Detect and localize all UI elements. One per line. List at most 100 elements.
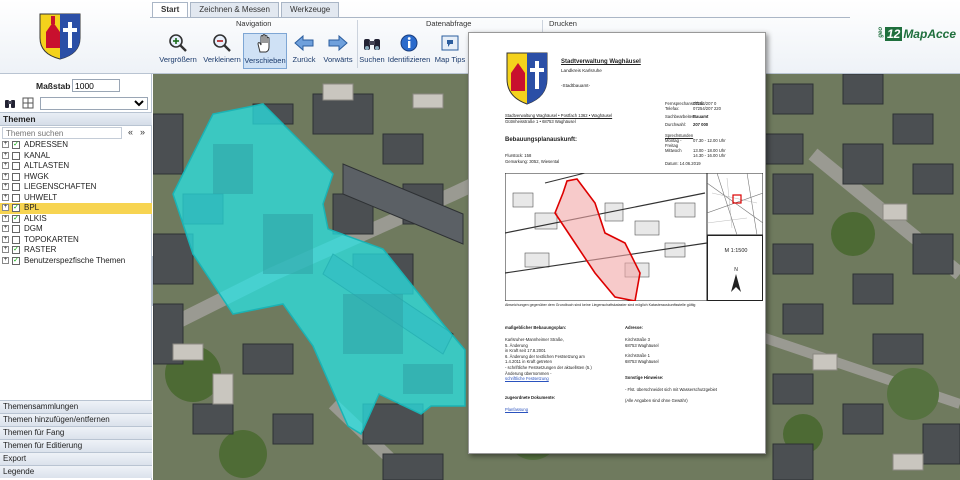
doc-docs-title: zugeordnete Dokumente: xyxy=(505,395,556,400)
theme-label: LIEGENSCHAFTEN xyxy=(24,182,97,191)
theme-checkbox[interactable]: ✓ xyxy=(12,204,20,212)
expand-icon[interactable]: + xyxy=(2,193,9,201)
scale-north-box: M 1:1500 N xyxy=(707,235,763,301)
planfassung-link[interactable]: Planfassung xyxy=(505,407,528,412)
arrow-right-icon xyxy=(328,34,348,52)
theme-label: KANAL xyxy=(24,150,51,160)
theme-checkbox[interactable]: ✓ xyxy=(12,256,20,265)
zoom-in-button[interactable]: Vergrößern xyxy=(156,33,200,69)
map-tips-label: Map Tips xyxy=(434,55,466,64)
theme-label: ALTLASTEN xyxy=(24,161,70,170)
expand-icon[interactable]: + xyxy=(2,225,9,232)
scale-input[interactable] xyxy=(72,79,120,92)
theme-checkbox[interactable] xyxy=(12,151,20,160)
tab-werkzeuge[interactable]: Werkzeuge xyxy=(280,2,340,17)
doc-gemarkung: Gemarkung: 3052, Wiesental xyxy=(505,159,560,164)
doc-contact: Fernsprechanschluß: 07254/207 0 Telefax: 0… xyxy=(665,101,726,166)
grid-icon[interactable] xyxy=(22,97,34,109)
identify-button[interactable]: Identifizieren xyxy=(387,33,431,69)
binoculars-icon[interactable] xyxy=(4,97,16,109)
zoom-in-label: Vergrößern xyxy=(159,55,197,64)
collapse-all-icon[interactable]: » xyxy=(140,127,145,137)
theme-checkbox[interactable] xyxy=(12,193,20,202)
accordion-export[interactable]: Export xyxy=(0,452,152,465)
plan-link[interactable]: schriftliche Festsetzung xyxy=(505,376,623,382)
theme-checkbox[interactable] xyxy=(12,183,20,191)
doc-heading: Bebauungsplanauskunft: xyxy=(505,137,578,143)
tab-zeichnen-messen[interactable]: Zeichnen & Messen xyxy=(190,2,279,17)
doc-plan-lines: Karlsruher-Mannheimer Straße, 5. Änderun… xyxy=(505,337,623,382)
identify-label: Identifizieren xyxy=(387,55,431,64)
theme-label: RASTER xyxy=(24,245,57,254)
brand-name: MapAcce xyxy=(903,27,956,41)
expand-icon[interactable]: + xyxy=(2,162,9,169)
expand-icon[interactable]: + xyxy=(2,214,9,222)
theme-item[interactable]: + UHWELT xyxy=(0,193,152,204)
theme-item[interactable]: + ALTLASTEN xyxy=(0,161,152,172)
zoom-out-button[interactable]: Verkleinern xyxy=(200,33,244,69)
accordion-themen-fang[interactable]: Themen für Fang xyxy=(0,426,152,439)
expand-icon[interactable]: + xyxy=(2,172,9,180)
expand-icon[interactable]: + xyxy=(2,183,9,190)
expand-icon[interactable]: + xyxy=(2,151,9,159)
doc-notes-title: Sonstige Hinweise: xyxy=(625,375,664,380)
theme-checkbox[interactable]: ✓ xyxy=(12,141,20,149)
scale-row: Maßstab 1: xyxy=(0,78,152,94)
theme-item[interactable]: + DGM xyxy=(0,224,152,235)
themes-search-input[interactable] xyxy=(2,127,122,139)
hand-icon xyxy=(257,34,270,53)
pan-button[interactable]: Verschieben xyxy=(243,33,287,69)
map-tips-button[interactable]: Map Tips xyxy=(428,33,472,69)
brand-logo: geo 12 MapAcce xyxy=(878,27,956,41)
plan-map-excerpt xyxy=(505,173,707,301)
doc-addresses: Kirchstraße 3 68753 Waghäusel Kirchstraß… xyxy=(625,337,659,364)
theme-item[interactable]: + KANAL xyxy=(0,151,152,162)
north-arrow-icon xyxy=(731,274,741,292)
doc-plan-title: maßgeblicher Bebauungsplan: xyxy=(505,325,567,330)
theme-label: ADRESSEN xyxy=(24,140,69,149)
theme-checkbox[interactable]: ✓ xyxy=(12,246,20,254)
theme-checkbox[interactable]: ✓ xyxy=(12,214,20,223)
theme-checkbox[interactable] xyxy=(12,172,20,181)
expand-icon[interactable]: + xyxy=(2,204,9,211)
accordion-themen-editierung[interactable]: Themen für Editierung xyxy=(0,439,152,452)
theme-item[interactable]: + TOPOKARTEN xyxy=(0,235,152,246)
expand-all-icon[interactable]: « xyxy=(128,127,133,137)
tab-start[interactable]: Start xyxy=(152,2,189,17)
theme-item[interactable]: + ✓ ADRESSEN xyxy=(0,140,152,151)
expand-icon[interactable]: + xyxy=(2,235,9,243)
expand-icon[interactable]: + xyxy=(2,256,9,264)
group-label-drucken: Drucken xyxy=(549,19,577,28)
theme-checkbox[interactable] xyxy=(12,162,20,170)
theme-item[interactable]: + LIEGENSCHAFTEN xyxy=(0,182,152,193)
theme-item[interactable]: + ✓ ALKIS xyxy=(0,214,152,225)
layer-select[interactable] xyxy=(40,97,148,110)
theme-label: TOPOKARTEN xyxy=(24,234,79,244)
brand-number: 12 xyxy=(884,27,903,41)
accordion-themen-hinzufuegen[interactable]: Themen hinzufügen/entfernen xyxy=(0,413,152,426)
accordion-legende[interactable]: Legende xyxy=(0,465,152,478)
arrow-left-icon xyxy=(294,34,314,52)
theme-item[interactable]: + ✓ Benutzerspezfische Themen xyxy=(0,256,152,267)
theme-checkbox[interactable] xyxy=(12,225,20,233)
theme-item[interactable]: + HWGK xyxy=(0,172,152,183)
info-icon xyxy=(400,34,418,52)
pan-label: Verschieben xyxy=(244,56,286,65)
doc-district: Landkreis Karlsruhe xyxy=(561,68,602,73)
theme-checkbox[interactable] xyxy=(12,235,20,244)
zoom-in-icon xyxy=(169,34,187,52)
brand-geo: geo xyxy=(877,27,884,38)
zoom-out-icon xyxy=(213,34,231,52)
binoculars-icon xyxy=(364,39,380,50)
doc-sender: Stadtverwaltung Waghäusel • Postfach 136… xyxy=(505,113,613,118)
doc-caption: Abweichungen gegenüber dem Grundbuch sin… xyxy=(505,303,696,307)
accordion-themensammlungen[interactable]: Themensammlungen xyxy=(0,400,152,413)
expand-icon[interactable]: + xyxy=(2,246,9,253)
layer-tool-row xyxy=(0,96,152,112)
theme-item[interactable]: + ✓ BPL xyxy=(0,203,152,214)
doc-recipient: Gütmheisstraße 1 • 68753 Waghäusel xyxy=(505,119,576,124)
expand-icon[interactable]: + xyxy=(2,141,9,148)
theme-label: HWGK xyxy=(24,171,49,181)
theme-item[interactable]: + ✓ RASTER xyxy=(0,245,152,256)
doc-notes: - Flst. überschneidet sich mit Wassersch… xyxy=(625,387,718,403)
